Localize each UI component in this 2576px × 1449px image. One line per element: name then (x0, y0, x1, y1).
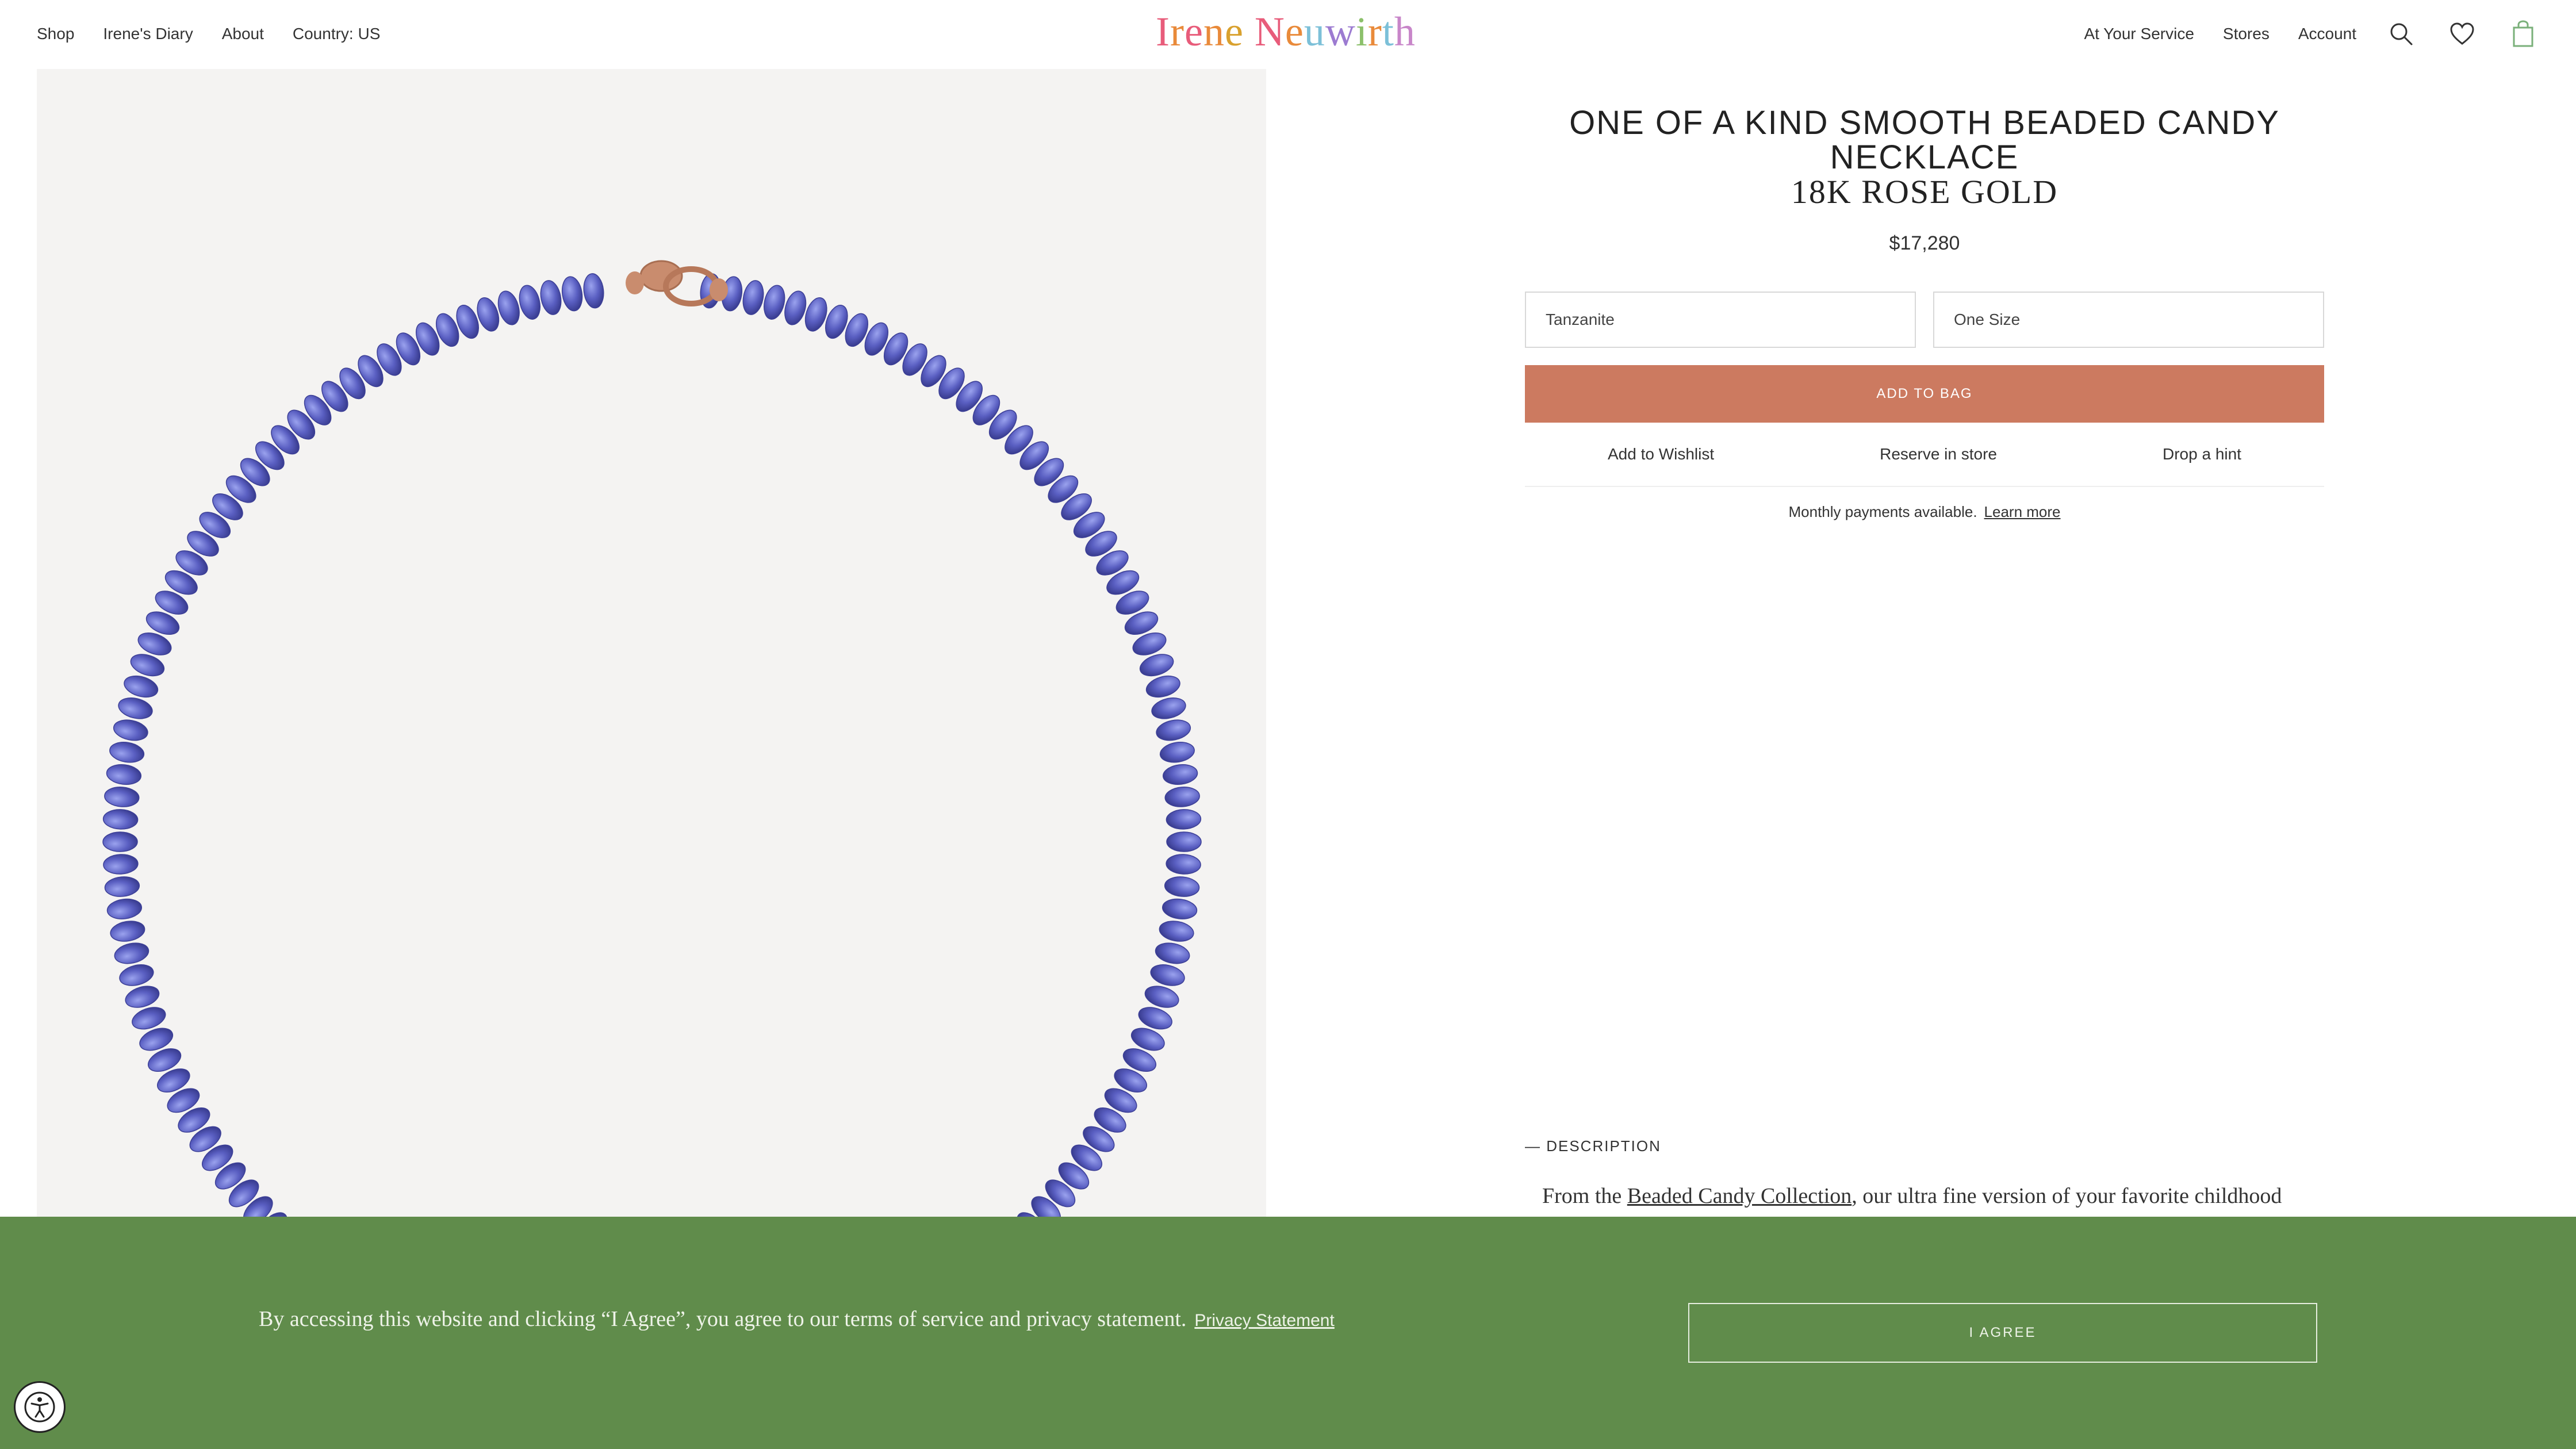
cookie-banner-text: By accessing this website and clicking “… (259, 1306, 1335, 1332)
bead (109, 742, 145, 763)
logo-letter: r (1367, 9, 1382, 55)
nav-country[interactable]: Country: US (293, 25, 381, 43)
bag-icon[interactable] (2507, 18, 2539, 50)
monthly-payments-text: Monthly payments available. (1788, 503, 1977, 520)
description-prefix: From the (1542, 1184, 1627, 1208)
bead (1166, 809, 1202, 830)
bead (1156, 719, 1191, 741)
privacy-statement-link[interactable]: Privacy Statement (1194, 1311, 1334, 1330)
bead (113, 719, 148, 741)
bead (519, 285, 540, 320)
bead (125, 986, 160, 1008)
bead (114, 942, 150, 964)
bead (1164, 787, 1200, 807)
bead (583, 273, 604, 309)
clasp (626, 260, 728, 306)
bead (106, 764, 142, 785)
bead (124, 675, 159, 698)
bead (1155, 942, 1190, 964)
stone-select-value: Tanzanite (1546, 310, 1615, 328)
bead (110, 921, 145, 942)
bead (1166, 831, 1202, 852)
bead (561, 276, 583, 312)
bead (764, 285, 785, 320)
bead (119, 964, 154, 986)
learn-more-link[interactable]: Learn more (1984, 503, 2061, 520)
logo-letter: t (1382, 9, 1394, 55)
monthly-payments: Monthly payments available. Learn more (1525, 503, 2324, 521)
nav-shop[interactable]: Shop (37, 25, 74, 43)
heart-icon[interactable] (2446, 18, 2478, 50)
product-options: Tanzanite One Size (1525, 292, 2324, 348)
logo-letter: u (1304, 9, 1325, 55)
logo-letter: I (1156, 9, 1170, 55)
cookie-banner: By accessing this website and clicking “… (0, 1217, 2576, 1449)
bead (102, 831, 138, 852)
bead (1164, 876, 1200, 897)
bead (102, 809, 139, 830)
logo-letter: N (1254, 9, 1285, 55)
bead (540, 280, 562, 315)
reserve-in-store-link[interactable]: Reserve in store (1880, 445, 1997, 463)
nav-stores[interactable]: Stores (2223, 25, 2270, 43)
beaded-candy-collection-link[interactable]: Beaded Candy Collection (1627, 1184, 1851, 1208)
size-select[interactable]: One Size (1933, 292, 2324, 348)
logo-letter: w (1325, 9, 1356, 55)
size-select-value: One Size (1954, 310, 2021, 328)
cookie-message: By accessing this website and clicking “… (259, 1307, 1187, 1331)
add-to-bag-button[interactable]: ADD TO BAG (1525, 365, 2324, 423)
bead (1166, 854, 1201, 875)
bead (1150, 964, 1185, 986)
bead (106, 898, 142, 919)
bead (118, 697, 153, 719)
i-agree-button[interactable]: I AGREE (1688, 1303, 2317, 1363)
product-title: ONE OF A KIND SMOOTH BEADED CANDY NECKLA… (1569, 104, 2280, 176)
product-info: ONE OF A KIND SMOOTH BEADED CANDY NECKLA… (1525, 106, 2324, 521)
stone-select[interactable]: Tanzanite (1525, 292, 1916, 348)
logo-letter: i (1355, 9, 1368, 55)
bead (1145, 675, 1180, 698)
product-price: $17,280 (1889, 232, 1960, 254)
description-text: From the Beaded Candy Collection, our ul… (1542, 1183, 2324, 1209)
logo-letter: n (1203, 9, 1225, 55)
primary-nav: Shop Irene's Diary About Country: US (37, 0, 380, 68)
nav-irenes-diary[interactable]: Irene's Diary (103, 25, 193, 43)
bead (1159, 921, 1194, 942)
bead (104, 787, 140, 807)
nav-at-your-service[interactable]: At Your Service (2084, 25, 2194, 43)
description-suffix: , our ultra fine version of your favorit… (1851, 1184, 2282, 1208)
drop-a-hint-link[interactable]: Drop a hint (2163, 445, 2241, 463)
product-subtitle: 18K ROSE GOLD (1791, 173, 2058, 210)
description-heading[interactable]: — DESCRIPTION (1525, 1137, 1661, 1155)
site-header: Shop Irene's Diary About Country: US Ire… (0, 0, 2576, 69)
bead (742, 280, 764, 315)
logo-letter: e (1224, 9, 1244, 55)
bead (1151, 697, 1186, 719)
logo-letter: h (1394, 9, 1416, 55)
bead (1144, 986, 1179, 1008)
search-icon[interactable] (2385, 18, 2417, 50)
product-actions: Add to Wishlist Reserve in store Drop a … (1525, 423, 2324, 487)
bead (104, 876, 140, 897)
bead (1162, 764, 1198, 785)
add-to-wishlist-link[interactable]: Add to Wishlist (1608, 445, 1714, 463)
logo-letter: r (1170, 9, 1184, 55)
utility-nav: At Your Service Stores Account (2084, 0, 2539, 68)
logo-letter: e (1184, 9, 1203, 55)
logo-letter (1244, 9, 1255, 55)
brand-logo[interactable]: Irene Neuwirth (1156, 8, 1416, 56)
bead (103, 854, 139, 875)
logo-letter: e (1285, 9, 1304, 55)
bead (1162, 898, 1198, 919)
nav-account[interactable]: Account (2298, 25, 2356, 43)
nav-about[interactable]: About (222, 25, 264, 43)
bead (1159, 742, 1195, 763)
accessibility-icon[interactable] (14, 1381, 66, 1433)
